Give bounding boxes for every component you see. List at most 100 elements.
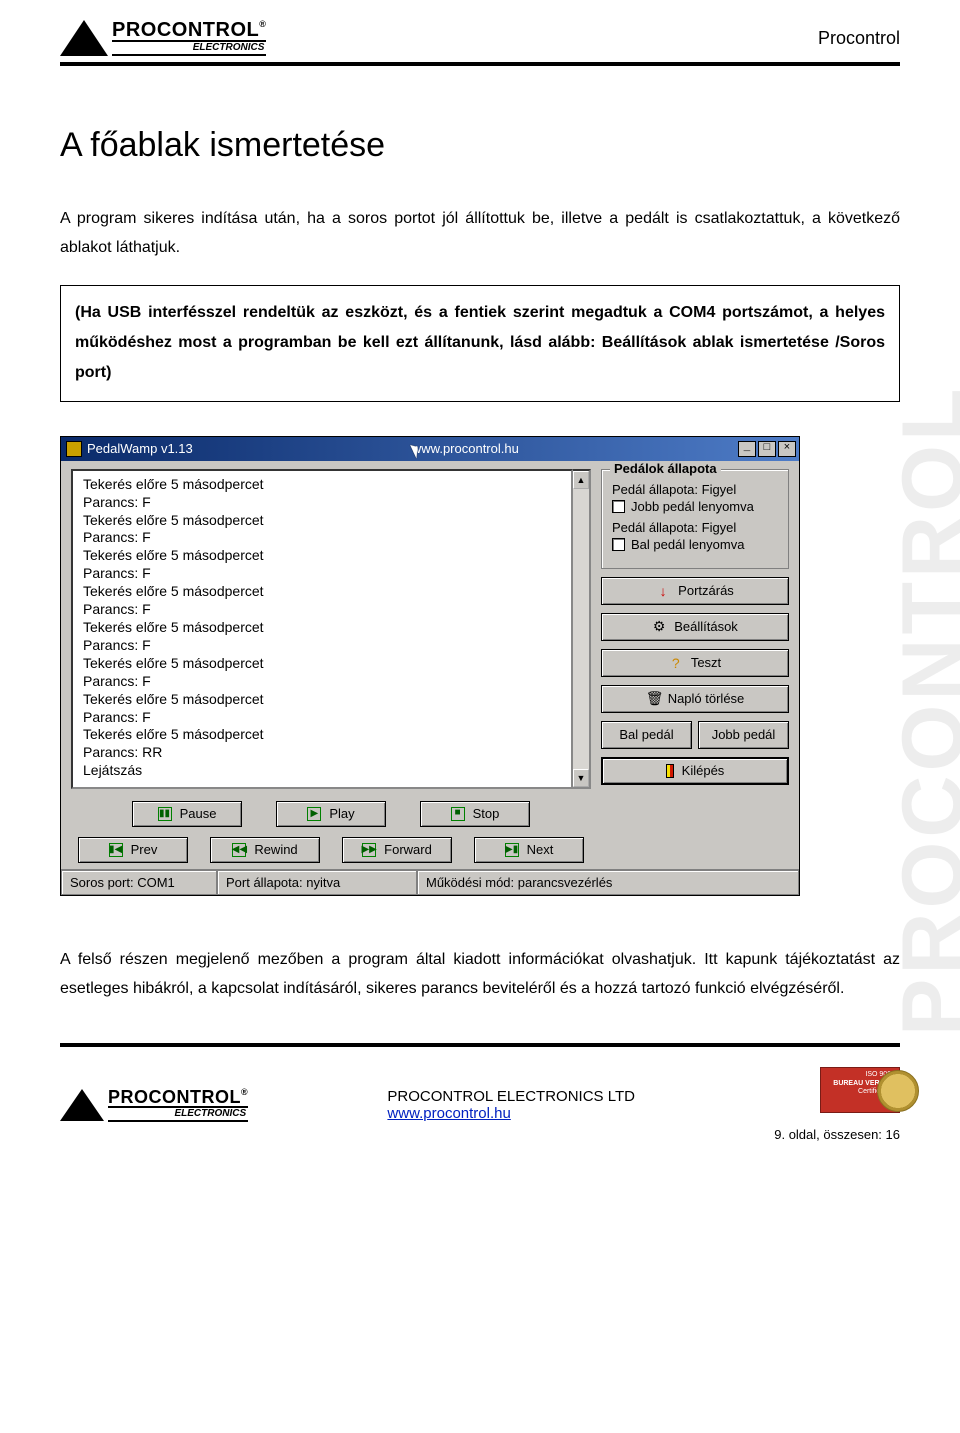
forward-icon: ▶▶ xyxy=(362,843,376,857)
next-button[interactable]: ▶▮ Next xyxy=(474,837,584,863)
exit-button[interactable]: Kilépés xyxy=(601,757,789,785)
app-window: PedalWamp v1.13 www.procontrol.hu _ □ × … xyxy=(60,436,800,896)
exit-icon xyxy=(666,764,674,778)
log-line: Tekerés előre 5 másodpercet xyxy=(83,655,561,673)
forward-label: Forward xyxy=(384,842,432,857)
log-line: Parancs: RR xyxy=(83,744,561,762)
app-icon xyxy=(66,441,82,457)
log-line: Parancs: F xyxy=(83,529,561,547)
log-line: Tekerés előre 5 másodpercet xyxy=(83,512,561,530)
page-header: PROCONTROL® ELECTRONICS Procontrol xyxy=(60,20,900,56)
log-listbox[interactable]: Tekerés előre 5 másodpercet Parancs: F T… xyxy=(71,469,573,789)
footer-logo: PROCONTROL® ELECTRONICS xyxy=(60,1088,248,1122)
status-port-state: Port állapota: nyitva xyxy=(217,870,417,895)
status-bar: Soros port: COM1 Port állapota: nyitva M… xyxy=(61,869,799,895)
media-controls: ▮▮ Pause ▶ Play ■ Stop xyxy=(71,799,591,863)
log-line: Parancs: F xyxy=(83,565,561,583)
right-pedal-checkbox[interactable]: Jobb pedál lenyomva xyxy=(612,499,778,514)
log-line: Tekerés előre 5 másodpercet xyxy=(83,691,561,709)
next-icon: ▶▮ xyxy=(505,843,519,857)
titlebar[interactable]: PedalWamp v1.13 www.procontrol.hu _ □ × xyxy=(61,437,799,461)
scroll-up-button[interactable]: ▲ xyxy=(573,471,589,489)
gear-icon: ⚙ xyxy=(652,618,666,635)
badge-line1: ISO 9001 xyxy=(825,1071,895,1079)
log-line: Parancs: F xyxy=(83,494,561,512)
pedal-group-title: Pedálok állapota xyxy=(610,461,721,476)
closing-paragraph: A felső részen megjelenő mezőben a progr… xyxy=(60,946,900,1004)
registered-icon: ® xyxy=(241,1087,248,1097)
scrollbar[interactable]: ▲ ▼ xyxy=(573,469,591,789)
badge-line3: Certification xyxy=(825,1088,895,1096)
maximize-button[interactable]: □ xyxy=(758,441,776,457)
header-rule xyxy=(60,62,900,66)
stop-button[interactable]: ■ Stop xyxy=(420,801,530,827)
logo-triangle-icon xyxy=(60,20,108,56)
right-pedal-state: Pedál állapota: Figyel xyxy=(612,482,778,497)
footer-company: PROCONTROL ELECTRONICS LTD xyxy=(387,1088,635,1105)
left-pedal-label: Bal pedál xyxy=(619,727,673,742)
log-line: Tekerés előre 5 másodpercet xyxy=(83,619,561,637)
clear-log-button[interactable]: 🗑 Napló törlése xyxy=(601,685,789,713)
stop-label: Stop xyxy=(473,806,500,821)
settings-button[interactable]: ⚙ Beállítások xyxy=(601,613,789,641)
page-footer: PROCONTROL® ELECTRONICS PROCONTROL ELECT… xyxy=(60,1043,900,1142)
rewind-label: Rewind xyxy=(254,842,297,857)
logo-brand: PROCONTROL xyxy=(112,19,259,41)
pause-icon: ▮▮ xyxy=(158,807,172,821)
left-pedal-button[interactable]: Bal pedál xyxy=(601,721,692,749)
scroll-track[interactable] xyxy=(573,489,589,769)
pedal-status-group: Pedálok állapota Pedál állapota: Figyel … xyxy=(601,469,789,569)
checkbox-icon[interactable] xyxy=(612,500,625,513)
forward-button[interactable]: ▶▶ Forward xyxy=(342,837,452,863)
logo-subtitle: ELECTRONICS xyxy=(112,40,266,56)
logo-triangle-icon xyxy=(60,1089,104,1121)
log-line: Parancs: F xyxy=(83,673,561,691)
scroll-down-button[interactable]: ▼ xyxy=(573,769,589,787)
rewind-button[interactable]: ◀◀ Rewind xyxy=(210,837,320,863)
test-button[interactable]: ? Teszt xyxy=(601,649,789,677)
exit-label: Kilépés xyxy=(682,763,725,778)
log-line: Lejátszás xyxy=(83,762,561,780)
note-box: (Ha USB interfésszel rendeltük az eszköz… xyxy=(60,285,900,402)
status-mode: Működési mód: parancsvezérlés xyxy=(417,870,799,895)
left-pedal-state: Pedál állapota: Figyel xyxy=(612,520,778,535)
page-number: 9. oldal, összesen: 16 xyxy=(774,1127,900,1142)
badge-line2: BUREAU VERITAS xyxy=(825,1080,895,1088)
play-icon: ▶ xyxy=(307,807,321,821)
trash-icon: 🗑 xyxy=(646,690,660,707)
log-area: Tekerés előre 5 másodpercet Parancs: F T… xyxy=(71,469,591,789)
close-button[interactable]: × xyxy=(778,441,796,457)
arrow-down-icon: ↓ xyxy=(656,583,670,599)
port-close-button[interactable]: ↓ Portzárás xyxy=(601,577,789,605)
prev-button[interactable]: ▮◀ Prev xyxy=(78,837,188,863)
right-pedal-button[interactable]: Jobb pedál xyxy=(698,721,789,749)
header-company: Procontrol xyxy=(818,28,900,49)
clear-log-label: Napló törlése xyxy=(668,691,745,706)
log-line: Tekerés előre 5 másodpercet xyxy=(83,726,561,744)
pause-button[interactable]: ▮▮ Pause xyxy=(132,801,242,827)
log-line: Parancs: F xyxy=(83,601,561,619)
log-line: Parancs: F xyxy=(83,709,561,727)
prev-icon: ▮◀ xyxy=(109,843,123,857)
window-title: PedalWamp v1.13 xyxy=(87,441,193,456)
minimize-button[interactable]: _ xyxy=(738,441,756,457)
footer-url[interactable]: www.procontrol.hu xyxy=(387,1105,510,1122)
rewind-icon: ◀◀ xyxy=(232,843,246,857)
right-pedal-chk-label: Jobb pedál lenyomva xyxy=(631,499,754,514)
status-port: Soros port: COM1 xyxy=(61,870,217,895)
help-icon: ? xyxy=(669,655,683,671)
log-line: Tekerés előre 5 másodpercet xyxy=(83,476,561,494)
intro-paragraph: A program sikeres indítása után, ha a so… xyxy=(60,205,900,263)
next-label: Next xyxy=(527,842,554,857)
left-pedal-checkbox[interactable]: Bal pedál lenyomva xyxy=(612,537,778,552)
right-pedal-label: Jobb pedál xyxy=(712,727,776,742)
certification-badge: ISO 9001 BUREAU VERITAS Certification xyxy=(820,1067,900,1113)
play-button[interactable]: ▶ Play xyxy=(276,801,386,827)
port-close-label: Portzárás xyxy=(678,583,734,598)
footer-subtitle: ELECTRONICS xyxy=(108,1106,248,1122)
left-pedal-chk-label: Bal pedál lenyomva xyxy=(631,537,744,552)
log-line: Tekerés előre 5 másodpercet xyxy=(83,547,561,565)
checkbox-icon[interactable] xyxy=(612,538,625,551)
settings-label: Beállítások xyxy=(674,619,738,634)
registered-icon: ® xyxy=(259,19,266,29)
